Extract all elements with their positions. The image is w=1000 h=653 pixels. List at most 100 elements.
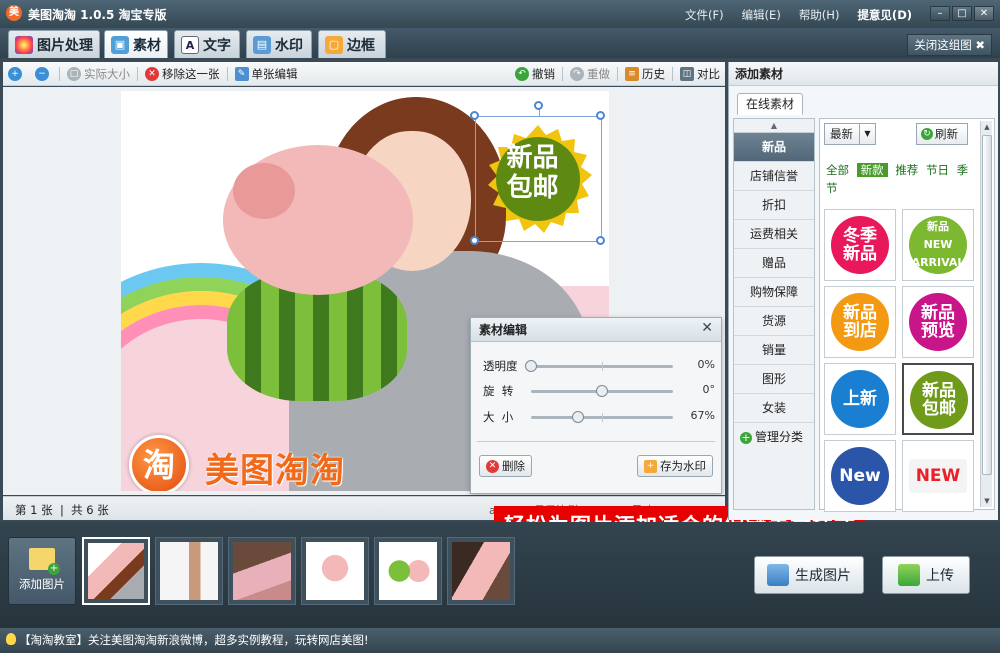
delete-button[interactable]: ✕ 删除 bbox=[479, 455, 532, 477]
single-edit-button[interactable]: ✎ 单张编辑 bbox=[230, 66, 303, 82]
minimize-icon[interactable]: – bbox=[930, 6, 950, 21]
refresh-button[interactable]: ↻ 刷新 bbox=[916, 123, 968, 145]
rotate-handle[interactable] bbox=[534, 101, 543, 110]
close-icon[interactable]: ✕ bbox=[701, 320, 713, 336]
history-button[interactable]: ≡ 历史 bbox=[620, 66, 670, 82]
upload-icon bbox=[898, 564, 920, 586]
category-item[interactable]: 运费相关 bbox=[734, 220, 814, 249]
gallery-scrollbar[interactable]: ▲ ▼ bbox=[980, 121, 992, 507]
sort-select[interactable]: 最新 ▼ bbox=[824, 123, 876, 145]
redo-button[interactable]: ↷ 重做 bbox=[565, 66, 615, 82]
category-item[interactable]: 图形 bbox=[734, 365, 814, 394]
tab-frame[interactable]: ▢ 边框 bbox=[318, 30, 386, 58]
material-thumbnail[interactable]: New bbox=[824, 440, 896, 512]
single-edit-label: 单张编辑 bbox=[251, 66, 298, 81]
opacity-slider-knob[interactable] bbox=[525, 360, 537, 372]
actual-size-button[interactable]: □ 实际大小 bbox=[62, 66, 135, 82]
remove-button[interactable]: ✕ 移除这一张 bbox=[140, 66, 225, 82]
menu-help[interactable]: 帮助(H) bbox=[799, 7, 840, 23]
toolbar-divider bbox=[562, 66, 563, 81]
save-as-watermark-button[interactable]: + 存为水印 bbox=[637, 455, 713, 477]
page-counter: 第 1 张 | 共 6 张 bbox=[15, 503, 109, 517]
zoom-in-button[interactable]: + bbox=[3, 66, 30, 81]
frame-icon: ▢ bbox=[325, 35, 343, 54]
material-thumbnail[interactable]: 上新 bbox=[824, 363, 896, 435]
window-title: 美图淘淘 1.0.5 淘宝专版 bbox=[28, 8, 167, 22]
selected-sticker[interactable]: 新品 包邮 bbox=[470, 101, 605, 245]
category-item[interactable]: 货源 bbox=[734, 307, 814, 336]
tab-label: 图片处理 bbox=[37, 37, 93, 54]
resize-handle[interactable] bbox=[470, 236, 479, 245]
sticker-text: 新品 包邮 bbox=[476, 143, 589, 203]
undo-button[interactable]: ↶ 撤销 bbox=[510, 66, 560, 82]
tab-online-material[interactable]: 在线素材 bbox=[737, 93, 804, 115]
film-thumbnail[interactable] bbox=[447, 537, 515, 605]
film-thumbnail[interactable] bbox=[228, 537, 296, 605]
filter-holiday[interactable]: 节日 bbox=[926, 163, 949, 177]
category-item[interactable]: 新品 bbox=[734, 133, 814, 162]
sticker-line-1: 新品 bbox=[506, 143, 559, 173]
rotation-slider[interactable] bbox=[531, 385, 673, 397]
menu-file[interactable]: 文件(F) bbox=[685, 7, 724, 23]
tip-text[interactable]: 【淘淘教室】关注美图淘淘新浪微博，超多实例教程，玩转网店美图! bbox=[19, 633, 369, 647]
category-item[interactable]: 折扣 bbox=[734, 191, 814, 220]
film-thumbnail[interactable] bbox=[82, 537, 150, 605]
opacity-label: 透明度 bbox=[483, 359, 518, 373]
category-item[interactable]: 购物保障 bbox=[734, 278, 814, 307]
film-thumbnail[interactable] bbox=[301, 537, 369, 605]
material-thumbnail[interactable]: 新品 NEW ARRIVAL bbox=[902, 209, 974, 281]
material-badge-icon: 新品 到店 bbox=[831, 293, 889, 351]
tab-material[interactable]: ▣ 素材 bbox=[104, 30, 168, 58]
filter-all[interactable]: 全部 bbox=[826, 163, 849, 177]
category-item[interactable]: 销量 bbox=[734, 336, 814, 365]
menu-feedback[interactable]: 提意见(D) bbox=[857, 7, 912, 23]
film-thumbnail[interactable] bbox=[155, 537, 223, 605]
tab-watermark[interactable]: ▤ 水印 bbox=[246, 30, 312, 58]
filter-new-style[interactable]: 新款 bbox=[856, 163, 888, 177]
scroll-up-icon[interactable]: ▲ bbox=[734, 119, 814, 133]
tab-text[interactable]: A 文字 bbox=[174, 30, 240, 58]
category-item[interactable]: 赠品 bbox=[734, 249, 814, 278]
compare-button[interactable]: ◫ 对比 bbox=[675, 66, 725, 82]
add-image-button[interactable]: + 添加图片 bbox=[8, 537, 76, 605]
scrollbar-thumb[interactable] bbox=[982, 135, 992, 475]
filter-recommended[interactable]: 推荐 bbox=[895, 163, 918, 177]
size-slider-knob[interactable] bbox=[571, 411, 584, 423]
rotation-slider-knob[interactable] bbox=[596, 385, 608, 397]
close-group-button[interactable]: 关闭这组图 ✖ bbox=[907, 34, 992, 56]
thumbnail-image bbox=[233, 542, 291, 600]
category-item[interactable]: 店铺信誉 bbox=[734, 162, 814, 191]
lightbulb-icon bbox=[6, 633, 16, 645]
rotation-label: 旋 转 bbox=[483, 384, 514, 398]
material-thumbnail[interactable]: 新品 包邮 bbox=[902, 363, 974, 435]
maximize-icon[interactable]: □ bbox=[952, 6, 972, 21]
resize-handle[interactable] bbox=[596, 111, 605, 120]
scroll-up-icon[interactable]: ▲ bbox=[981, 121, 993, 133]
opacity-slider[interactable] bbox=[525, 360, 673, 372]
material-thumbnail[interactable]: 新品 预览 bbox=[902, 286, 974, 358]
toolbar-divider bbox=[617, 66, 618, 81]
scroll-down-icon[interactable]: ▼ bbox=[981, 495, 993, 507]
generate-image-label: 生成图片 bbox=[795, 568, 851, 584]
generate-image-button[interactable]: 生成图片 bbox=[754, 556, 864, 594]
material-thumbnail[interactable]: NEW bbox=[902, 440, 974, 512]
zoom-out-button[interactable]: − bbox=[30, 66, 57, 81]
resize-handle[interactable] bbox=[470, 111, 479, 120]
film-thumbnail[interactable] bbox=[374, 537, 442, 605]
size-value: 67% bbox=[690, 409, 715, 422]
history-label: 历史 bbox=[642, 66, 665, 81]
material-thumbnail[interactable]: 新品 到店 bbox=[824, 286, 896, 358]
manage-categories-button[interactable]: + 管理分类 bbox=[734, 423, 814, 452]
upload-button[interactable]: 上传 bbox=[882, 556, 970, 594]
material-thumbnail[interactable]: 冬季 新品 bbox=[824, 209, 896, 281]
tab-image-processing[interactable]: 图片处理 bbox=[8, 30, 100, 58]
category-item[interactable]: 女装 bbox=[734, 394, 814, 423]
watermark-icon: ▤ bbox=[253, 35, 271, 54]
manage-categories-label: 管理分类 bbox=[755, 430, 804, 444]
size-slider[interactable] bbox=[531, 411, 673, 423]
menu-edit[interactable]: 编辑(E) bbox=[742, 7, 781, 23]
resize-handle[interactable] bbox=[596, 236, 605, 245]
close-icon[interactable]: ✕ bbox=[974, 6, 994, 21]
opacity-slider-row: 透明度 0% bbox=[483, 358, 715, 374]
refresh-icon: ↻ bbox=[921, 128, 933, 140]
